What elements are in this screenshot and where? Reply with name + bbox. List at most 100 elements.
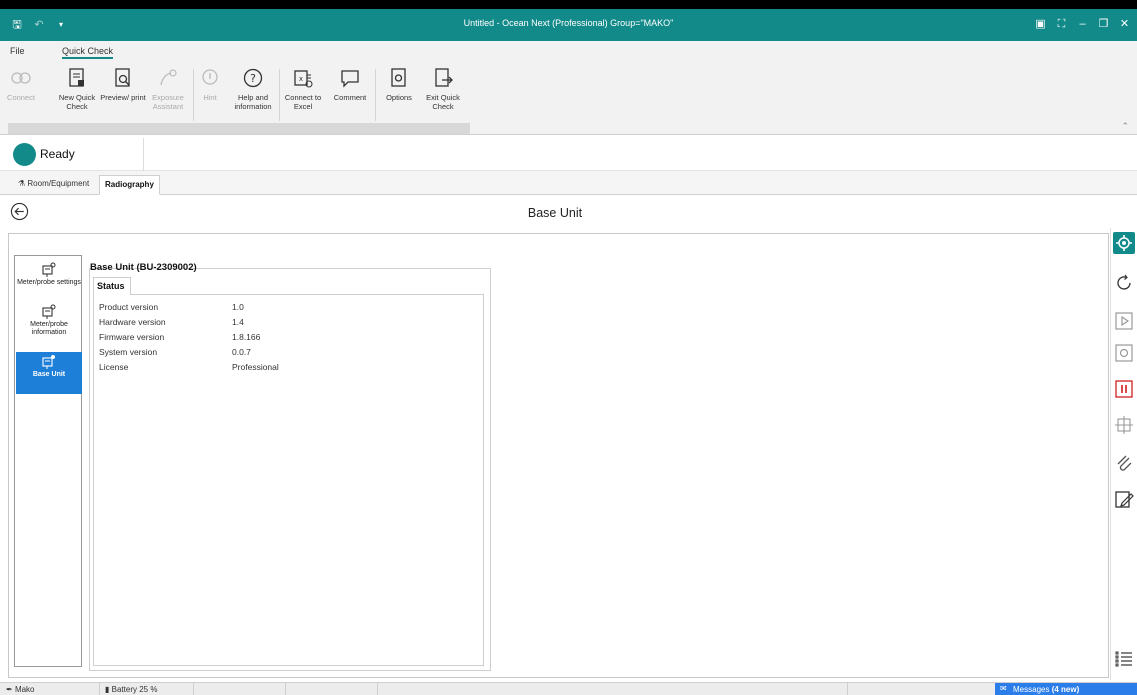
tab-radiography[interactable]: Radiography [99,175,160,195]
info-key: Firmware version [99,332,165,342]
page-tabs: ⚗ Room/Equipment Radiography [0,171,1137,195]
restore-icon[interactable]: ❐ [1095,16,1112,33]
fullscreen-icon[interactable]: ⛶ [1053,16,1070,33]
meter-probe-information-icon [42,304,56,319]
window-controls: ▣ ⛶ – ❐ ✕ [1032,16,1133,33]
play-icon[interactable] [1113,310,1135,332]
help-information-label: Help and information [234,93,272,111]
battery-icon: ▮ [105,685,110,694]
status-label: Ready [40,147,75,161]
stop-icon[interactable] [1113,342,1135,364]
hint-button[interactable]: Hint [196,67,224,102]
ribbon-display-icon[interactable]: ▣ [1032,16,1049,33]
preview-print-button[interactable]: Preview/ print [100,67,146,102]
battery-label: Battery 25 % [111,685,158,694]
print-preview-icon [115,68,130,87]
exposure-assistant-icon [160,69,177,86]
base-unit-icon [42,355,55,369]
edit-note-icon[interactable] [1113,488,1135,510]
tab-room-equipment-label: Room/Equipment [27,179,90,188]
nav-item-meter-probe-settings[interactable]: Meter/probe settings [16,260,82,300]
collapse-ribbon-icon[interactable]: ⌃ [1121,121,1129,132]
options-label: Options [386,93,412,102]
envelope-icon: ✉ [1000,684,1007,693]
battery-segment: ▮ Battery 25 % [100,683,194,695]
minimize-icon[interactable]: – [1074,16,1091,33]
help-icon: ? [243,68,263,88]
connect-excel-button[interactable]: x Connect to Excel [280,67,326,111]
info-value: 1.0 [232,302,244,312]
connect-icon [11,72,31,84]
exposure-assistant-label: Exposure Assistant [152,93,184,111]
nav-label: Base Unit [32,371,66,378]
options-icon [391,68,406,87]
svg-text:x: x [299,75,303,83]
info-key: Hardware version [99,317,166,327]
info-value: 1.8.166 [232,332,261,342]
page-title: Base Unit [527,206,583,220]
top-black-strip [0,0,1137,9]
user-segment: ✒ Mako [0,683,100,695]
new-quick-check-label: New Quick Check [58,93,96,111]
exit-quick-check-label: Exit Quick Check [426,93,460,111]
new-document-icon [69,68,84,87]
meter-probe-settings-icon [42,262,56,277]
tab-room-equipment[interactable]: ⚗ Room/Equipment [13,175,94,195]
ribbon-group-bar [8,123,470,134]
title-bar: 🖫 ↶ ▾ Untitled - Ocean Next (Professiona… [0,9,1137,41]
attachment-icon[interactable] [1113,452,1135,474]
pause-icon[interactable] [1113,378,1135,400]
pen-icon: ✒ [6,685,13,694]
list-icon[interactable] [1113,648,1135,670]
status-segment-empty [378,683,848,695]
base-unit-title: Base Unit (BU-2309002) [90,262,197,273]
right-toolbar [1110,228,1137,680]
info-key: System version [99,347,158,357]
status-bar: ✒ Mako ▮ Battery 25 % ✉ Messages (4 new) [0,682,1137,695]
groupbox-rule [207,268,490,269]
status-indicator [13,143,36,166]
room-equipment-icon: ⚗ [18,179,26,188]
exit-quick-check-button[interactable]: Exit Quick Check [420,67,466,111]
user-label: Mako [14,685,35,694]
connect-excel-label: Connect to Excel [284,93,322,111]
close-icon[interactable]: ✕ [1116,16,1133,33]
hint-icon [202,69,218,85]
ribbon: Connect New Quick Check Preview/ print E… [0,61,1137,135]
help-information-button[interactable]: ? Help and information [230,67,276,111]
info-key: License [99,362,129,372]
messages-count: (4 new) [1051,685,1080,694]
status-row: Ready [0,138,1137,171]
messages-button[interactable]: ✉ Messages (4 new) [995,683,1137,695]
comment-icon [341,70,359,88]
settings-gear-icon[interactable] [1113,232,1135,254]
tab-status[interactable]: Status [93,277,131,295]
status-segment-empty [194,683,286,695]
exposure-assistant-button[interactable]: Exposure Assistant [145,67,191,111]
nav-label: Meter/probe settings [17,279,81,286]
info-value: 0.0.7 [232,347,251,357]
nav-item-meter-probe-information[interactable]: Meter/probe information [16,302,82,342]
options-button[interactable]: Options [376,67,422,102]
preview-print-label: Preview/ print [100,93,146,102]
nav-label: Meter/probe information [30,321,68,336]
nav-item-base-unit[interactable]: Base Unit [16,352,82,394]
comment-button[interactable]: Comment [327,67,373,102]
ribbon-tabs: File Quick Check [0,41,1137,61]
window-title: Untitled - Ocean Next (Professional) Gro… [463,18,674,28]
tab-quick-check[interactable]: Quick Check [62,46,114,59]
connect-button[interactable]: Connect [3,67,39,102]
crosshair-icon[interactable] [1113,414,1135,436]
excel-icon: x [294,70,313,88]
tab-file[interactable]: File [10,46,25,56]
content-header: Base Unit [0,196,1110,230]
exit-icon [435,68,453,87]
messages-label: Messages [1013,685,1050,694]
status-divider [143,138,144,171]
hint-label: Hint [203,93,217,102]
ribbon-separator [193,69,194,121]
new-quick-check-button[interactable]: New Quick Check [54,67,100,111]
refresh-icon[interactable] [1113,272,1135,294]
info-key: Product version [99,302,159,312]
left-navigation: Meter/probe settings Meter/probe informa… [14,255,82,667]
